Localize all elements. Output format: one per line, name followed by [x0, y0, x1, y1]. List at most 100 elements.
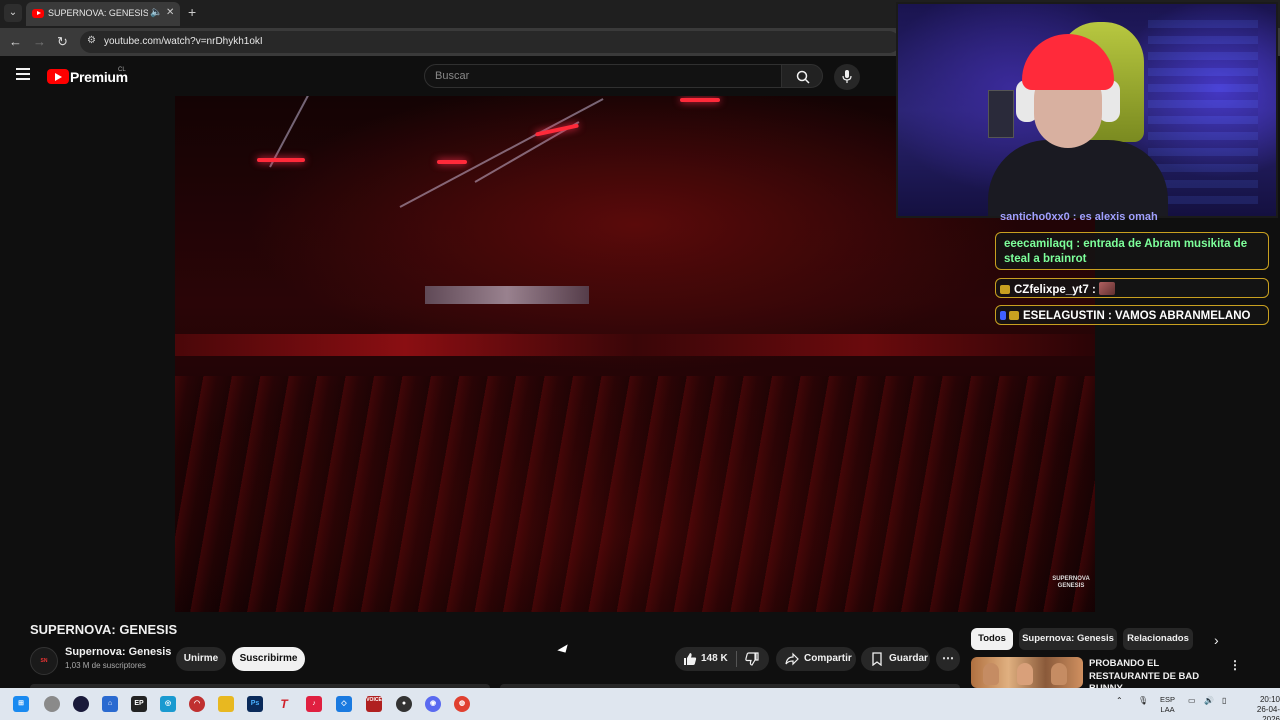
voicemeeter-icon[interactable]: VOICE	[366, 696, 382, 712]
shelf	[988, 90, 1014, 138]
webcam-overlay	[896, 2, 1278, 218]
close-tab-icon[interactable]: ✕	[166, 7, 174, 18]
chip-channel[interactable]: Supernova: Genesis	[1019, 628, 1117, 650]
led-wall	[1148, 14, 1258, 204]
app-icon[interactable]: ◇	[336, 696, 352, 712]
tab-search-chevron-icon[interactable]: ⌄	[4, 4, 22, 22]
speaker-icon[interactable]: 🔈	[150, 7, 162, 18]
file-explorer-icon[interactable]	[218, 696, 234, 712]
chat-message-partial: santicho0xx0 : es alexis omah	[1000, 210, 1270, 224]
windows-start-icon[interactable]: ⊞	[13, 696, 29, 712]
like-count: 148 K	[701, 653, 728, 664]
thumbnail-person	[1051, 663, 1067, 685]
system-clock[interactable]: 20:10 26-04-2026	[1244, 695, 1280, 720]
save-button[interactable]: Guardar	[861, 647, 930, 671]
microphone-tray-icon[interactable]: 🎙	[1138, 696, 1148, 705]
moderator-badge-icon	[1000, 311, 1006, 320]
crowd	[175, 376, 1095, 612]
thumbs-down-icon[interactable]	[745, 652, 759, 666]
chat-text: VAMOS ABRANMELANO	[1115, 310, 1251, 322]
channel-avatar[interactable]: SN	[30, 647, 58, 675]
clock-time: 20:10	[1259, 695, 1280, 704]
microphone-icon	[842, 70, 852, 83]
search-icon	[796, 70, 810, 84]
voice-search-button[interactable]	[834, 64, 860, 90]
stage-light	[437, 160, 467, 164]
headphones-app-icon[interactable]: ◠	[189, 696, 205, 712]
discord-icon[interactable]: ◉	[425, 696, 441, 712]
chat-separator: :	[1073, 238, 1084, 250]
obs-icon[interactable]: ●	[396, 696, 412, 712]
chevron-right-icon[interactable]: ›	[1214, 632, 1219, 648]
volume-icon[interactable]: 🔊	[1204, 696, 1214, 705]
app-icon[interactable]: T	[276, 696, 292, 712]
forward-arrow-icon[interactable]: →	[33, 34, 46, 49]
chat-message: ESELAGUSTIN : VAMOS ABRANMELANO	[995, 305, 1269, 325]
new-tab-icon[interactable]: +	[188, 4, 196, 20]
mouse-app-icon[interactable]	[44, 696, 60, 712]
app-icon[interactable]: ◎	[160, 696, 176, 712]
browser-tab[interactable]: SUPERNOVA: GENESIS - YouTube 🔈 ✕	[26, 2, 180, 26]
search-input[interactable]	[435, 70, 765, 82]
menu-icon[interactable]	[16, 68, 30, 80]
search-box	[424, 64, 782, 88]
back-arrow-icon[interactable]: ←	[9, 34, 22, 49]
light-beam	[399, 98, 604, 208]
mouse-cursor-icon	[557, 644, 571, 656]
epic-games-icon[interactable]: EP	[131, 696, 147, 712]
language-code: ESP	[1160, 695, 1176, 704]
channel-watermark[interactable]: SUPERNOVA GENESIS	[1047, 576, 1095, 590]
light-beam	[269, 96, 337, 168]
clock-date: 26-04-2026	[1256, 705, 1280, 720]
chat-message: CZfelixpe_yt7 :	[995, 278, 1269, 298]
chat-partial-text: santicho0xx0 : es alexis omah	[1000, 211, 1158, 223]
subscribe-button[interactable]: Suscribirme	[232, 647, 305, 671]
bookmark-icon	[872, 652, 882, 666]
arena-screen	[425, 286, 589, 304]
chip-related[interactable]: Relacionados	[1123, 628, 1193, 650]
chat-separator: :	[1088, 284, 1100, 296]
address-url[interactable]: youtube.com/watch?v=nrDhykh1okI	[104, 36, 263, 47]
chevron-up-icon[interactable]: ⌃	[1116, 696, 1123, 705]
channel-name[interactable]: Supernova: Genesis	[65, 646, 171, 658]
app-icon[interactable]	[73, 696, 89, 712]
chat-username: CZfelixpe_yt7	[1014, 284, 1089, 296]
share-arrow-icon	[785, 652, 799, 666]
battery-icon[interactable]: ▯	[1222, 696, 1226, 705]
share-button[interactable]: Compartir	[776, 647, 856, 671]
chat-message: eeecamilaqq : entrada de Abram musikita …	[995, 232, 1269, 270]
site-info-icon[interactable]: ⚙	[87, 35, 96, 46]
divider	[736, 651, 737, 667]
language-indicator[interactable]: ESP LAA	[1160, 695, 1175, 715]
address-bar[interactable]: ⚙ youtube.com/watch?v=nrDhykh1okI	[80, 31, 900, 53]
chip-all[interactable]: Todos	[971, 628, 1013, 650]
chrome-icon[interactable]: ◍	[454, 696, 470, 712]
tab-title: SUPERNOVA: GENESIS - YouTube	[48, 8, 148, 18]
video-title: SUPERNOVA: GENESIS	[30, 622, 178, 637]
tiktok-icon[interactable]: ♪	[306, 696, 322, 712]
stage-light	[257, 158, 305, 162]
more-actions-icon[interactable]: ⋯	[936, 647, 960, 671]
share-label: Compartir	[804, 653, 852, 664]
steam-icon[interactable]: ⌂	[102, 696, 118, 712]
chat-username: eeecamilaqq	[1004, 238, 1074, 250]
subscriber-count: 1,03 M de suscriptores	[65, 661, 146, 670]
youtube-favicon-icon	[32, 9, 44, 18]
join-button[interactable]: Unirme	[176, 647, 226, 671]
like-dislike-group: 148 K	[675, 647, 769, 671]
kebab-menu-icon[interactable]: ⋮	[1229, 658, 1241, 672]
thumbs-up-icon[interactable]	[683, 652, 697, 666]
search-button[interactable]	[781, 64, 823, 88]
windows-taskbar: ⊞ ⌂ EP ◎ ◠ Ps T ♪ ◇ VOICE ● ◉ ◍ ⌃ 🎙 ESP …	[0, 688, 1280, 720]
stage-light	[680, 98, 720, 102]
chat-username: ESELAGUSTIN	[1023, 310, 1105, 322]
network-icon[interactable]: ▭	[1188, 696, 1196, 705]
photoshop-icon[interactable]: Ps	[247, 696, 263, 712]
youtube-logo-icon[interactable]	[47, 69, 69, 84]
streamer-body	[988, 140, 1168, 216]
thumbnail-person	[1017, 663, 1033, 685]
save-label: Guardar	[889, 653, 928, 664]
reload-icon[interactable]: ↻	[57, 34, 68, 50]
chat-emote-icon	[1099, 282, 1116, 295]
recommendation-thumbnail[interactable]	[971, 657, 1083, 688]
